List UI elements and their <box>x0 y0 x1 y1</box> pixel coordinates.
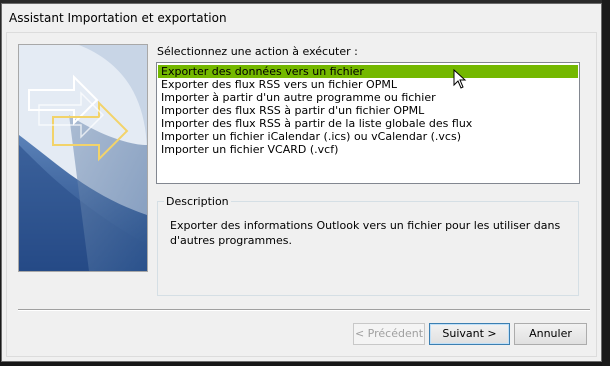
next-button[interactable]: Suivant > <box>429 323 510 345</box>
right-edge-shadow <box>602 0 610 366</box>
list-item-import-rss-opml[interactable]: Importer des flux RSS à partir d'un fich… <box>158 104 578 117</box>
window-title: Assistant Importation et exportation <box>9 11 227 25</box>
list-item-import-vcard[interactable]: Importer un fichier VCARD (.vcf) <box>158 143 578 156</box>
title-bar[interactable]: Assistant Importation et exportation <box>2 4 601 32</box>
footer-separator <box>18 309 590 311</box>
description-groupbox: Description Exporter des informations Ou… <box>157 195 579 296</box>
previous-button[interactable]: < Précédent <box>353 323 425 345</box>
description-title: Description <box>164 195 231 208</box>
description-text: Exporter des informations Outlook vers u… <box>170 219 561 247</box>
list-item-export-file[interactable]: Exporter des données vers un fichier <box>158 65 578 78</box>
list-item-import-icalendar[interactable]: Importer un fichier iCalendar (.ics) ou … <box>158 130 578 143</box>
list-item-import-rss-global-list[interactable]: Importer des flux RSS à partir de la lis… <box>158 117 578 130</box>
action-prompt-label: Sélectionnez une action à exécuter : <box>157 45 358 58</box>
list-item-import-other-program[interactable]: Importer à partir d'un autre programme o… <box>158 91 578 104</box>
wizard-banner-image <box>18 44 148 272</box>
mouse-cursor-icon <box>453 69 467 89</box>
cancel-button[interactable]: Annuler <box>514 323 587 345</box>
action-listbox[interactable]: Exporter des données vers un fichier Exp… <box>156 62 580 184</box>
list-item-export-rss-opml[interactable]: Exporter des flux RSS vers un fichier OP… <box>158 78 578 91</box>
arrows-graphic-icon <box>19 45 147 271</box>
